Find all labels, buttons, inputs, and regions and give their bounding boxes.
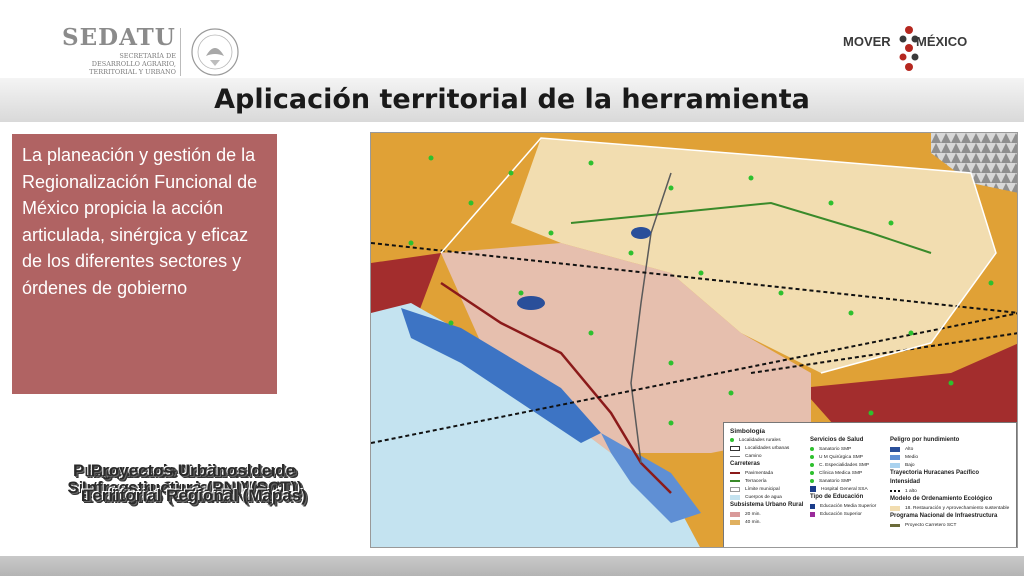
legend-item: Clínica Medica SMP xyxy=(810,469,890,477)
map-legend: Simbología Localidades rurales Localidad… xyxy=(723,422,1017,547)
water-body xyxy=(517,296,545,310)
legend-item: Localidades urbanas xyxy=(730,444,810,452)
legend-heading: Subsistema Urbano Rural xyxy=(730,502,804,508)
legend-title: Simbología xyxy=(730,428,766,435)
legend-item: U M Quirúrgica SMP xyxy=(810,453,890,461)
legend-item: Medio xyxy=(890,453,1014,461)
national-seal-icon xyxy=(191,28,239,76)
legend-item: Cuerpos de agua xyxy=(730,493,810,501)
legend-item: Educación Media Superior xyxy=(810,502,890,510)
mexico-word: MÉXICO xyxy=(916,34,968,49)
legend-item: Bajo xyxy=(890,461,1014,469)
mover-mexico-logo: MOVER MÉXICO xyxy=(840,24,980,74)
legend-heading: Modelo de Ordenamiento Ecológico xyxy=(890,496,993,502)
sedatu-subtitle: SECRETARÍA DE DESARROLLO AGRARIO, TERRIT… xyxy=(89,52,176,76)
legend-item: 18. Restauración y Aprovechamiento suste… xyxy=(890,504,1014,512)
legend-item: 40 min. xyxy=(730,518,810,526)
legend-item: C. Especialidades SMP xyxy=(810,461,890,469)
legend-item: Sanatorio SMP xyxy=(810,445,890,453)
legend-heading: Peligro por hundimiento xyxy=(890,437,960,443)
legend-heading: Tipo de Educación xyxy=(810,494,864,500)
legend-item: Pavimentada xyxy=(730,469,810,477)
legend-col-1: Simbología Localidades rurales Localidad… xyxy=(730,427,810,526)
legend-heading: Programa Nacional de Infraestructura xyxy=(890,513,998,519)
territorial-map: Simbología Localidades rurales Localidad… xyxy=(370,132,1018,548)
legend-item: Sanatorio SMP xyxy=(810,477,890,485)
description-box: La planeación y gestión de la Regionaliz… xyxy=(12,134,277,394)
page-title: Aplicación territorial de la herramienta xyxy=(214,84,810,115)
legend-item: Alto xyxy=(890,445,1014,453)
legend-col-2: Servicios de Salud Sanatorio SMP U M Qui… xyxy=(810,436,890,518)
overlap-label-lower-d: Territorial Regional (Mapas) xyxy=(83,486,307,505)
sedatu-wordmark: SEDATU xyxy=(62,24,176,51)
legend-heading: Trayectoria Huracanes Pacífico xyxy=(890,470,980,476)
legend-heading: Carreteras xyxy=(730,461,761,467)
legend-item: 20 min. xyxy=(730,510,810,518)
legend-item: Localidades rurales xyxy=(730,436,810,444)
mover-word: MOVER xyxy=(843,34,891,49)
legend-item: Proyecto Carretero SCT xyxy=(890,521,1014,529)
bottom-bar xyxy=(0,556,1024,576)
legend-item: Educación Superior xyxy=(810,510,890,518)
legend-item: Límite municipal xyxy=(730,485,810,493)
legend-col-3: Peligro por hundimiento Alto Medio Bajo … xyxy=(890,436,1014,529)
legend-item: Camino xyxy=(730,452,810,460)
legend-heading: Servicios de Salud xyxy=(810,437,864,443)
logo-divider xyxy=(180,28,181,76)
description-text: La planeación y gestión de la Regionaliz… xyxy=(22,145,258,298)
legend-item: Hospital General SSA xyxy=(810,485,890,493)
legend-item: 1 alto xyxy=(890,487,1014,495)
sedatu-logo: SEDATU SECRETARÍA DE DESARROLLO AGRARIO,… xyxy=(62,24,252,80)
legend-heading: Intensidad xyxy=(890,479,921,485)
legend-item: Terracería xyxy=(730,477,810,485)
water-body xyxy=(631,227,651,239)
mover-mexico-mark-icon xyxy=(899,26,919,71)
